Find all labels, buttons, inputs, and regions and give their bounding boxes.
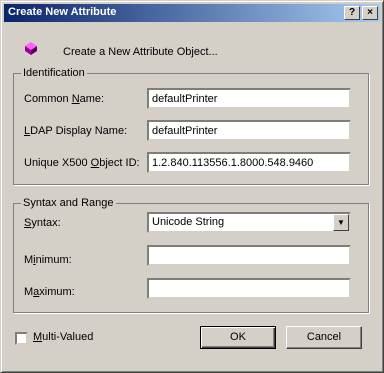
ldap-display-name-input[interactable] <box>147 120 351 141</box>
syntax-range-legend: Syntax and Range <box>21 197 116 209</box>
dropdown-arrow-icon[interactable]: ▼ <box>333 214 349 231</box>
syntax-dropdown[interactable]: Unicode String ▼ <box>147 212 351 233</box>
object-id-input[interactable] <box>147 152 351 173</box>
header-text: Create a New Attribute Object... <box>63 46 218 58</box>
title-bar[interactable]: Create New Attribute ? × <box>4 4 380 22</box>
syntax-label: Syntax: <box>24 217 61 229</box>
maximum-label: Maximum: <box>24 286 75 298</box>
ok-button[interactable]: OK <box>200 326 276 349</box>
close-button[interactable]: × <box>362 6 378 20</box>
maximum-input[interactable] <box>147 278 351 299</box>
multi-valued-label[interactable]: Multi-Valued <box>33 331 93 343</box>
cancel-button[interactable]: Cancel <box>286 326 362 349</box>
syntax-value: Unicode String <box>152 216 225 228</box>
help-button[interactable]: ? <box>344 6 360 20</box>
window-title: Create New Attribute <box>8 6 117 18</box>
ldap-display-name-label: LDAP Display Name: <box>24 125 128 137</box>
identification-legend: Identification <box>21 67 87 79</box>
minimum-input[interactable] <box>147 245 351 266</box>
multi-valued-checkbox[interactable] <box>15 332 28 345</box>
common-name-label: Common Name: <box>24 93 105 105</box>
attribute-object-icon <box>25 42 37 55</box>
minimum-label: Minimum: <box>24 254 72 266</box>
create-new-attribute-dialog: Create New Attribute ? × Create a New At… <box>0 0 384 373</box>
common-name-input[interactable] <box>147 88 351 109</box>
object-id-label: Unique X500 Object ID: <box>24 157 140 169</box>
